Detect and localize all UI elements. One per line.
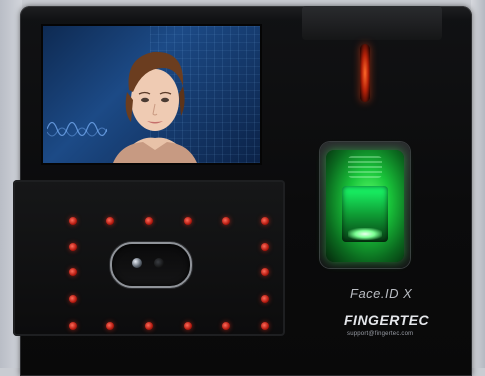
ir-dot: [69, 322, 77, 330]
finger-slot-light: [348, 228, 382, 240]
ir-dot: [184, 322, 192, 330]
lens-icon: [132, 258, 142, 268]
face-portrait-image: [113, 51, 197, 163]
ir-dot: [222, 217, 230, 225]
support-email: support@fingertec.com: [347, 331, 414, 337]
signal-wave-icon: [47, 121, 107, 137]
ir-dot: [145, 322, 153, 330]
ir-dot: [106, 322, 114, 330]
ir-dot: [69, 217, 77, 225]
ir-indicator-led: [360, 44, 370, 102]
ir-dot: [184, 217, 192, 225]
ir-dot: [261, 217, 269, 225]
fingerprint-ridges: [348, 156, 382, 178]
ir-dot: [145, 217, 153, 225]
background-right: [471, 0, 485, 368]
camera-lens-icon: [110, 242, 192, 288]
ir-dot: [69, 243, 77, 251]
display-screen: [43, 26, 260, 163]
ir-dot: [261, 295, 269, 303]
ir-dot: [69, 268, 77, 276]
ir-dot: [106, 217, 114, 225]
ir-dot: [222, 322, 230, 330]
model-label: Face.ID X: [350, 286, 413, 301]
ir-dot: [261, 243, 269, 251]
top-sensor-panel: [302, 6, 442, 40]
brand-logo: FINGERTEC: [344, 312, 430, 328]
ir-dot: [261, 268, 269, 276]
ir-dot: [261, 322, 269, 330]
lens-icon: [154, 258, 164, 268]
ir-dot: [69, 295, 77, 303]
